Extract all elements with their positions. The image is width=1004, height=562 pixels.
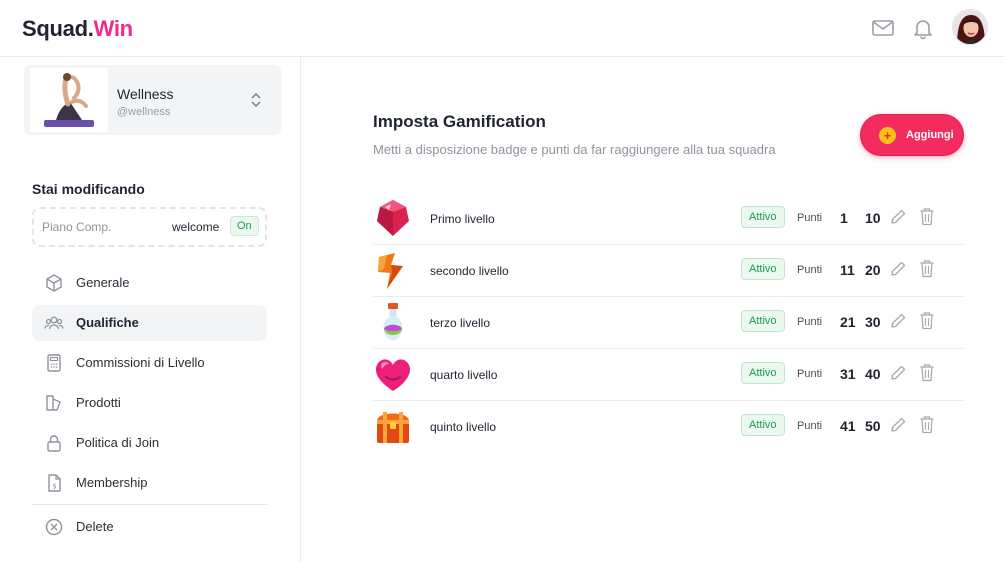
points-to: 20 [865,262,881,278]
points-label: Punti [797,316,823,328]
table-row: quinto livello Attivo Punti 41 50 [373,401,964,453]
sidebar-item-membership[interactable]: $ Membership [32,465,267,501]
trash-icon[interactable] [919,311,935,330]
points-label: Punti [797,212,823,224]
logo-main: Squad [22,16,88,41]
chevron-up-down-icon[interactable] [249,91,263,109]
plan-label: Piano Comp. [42,220,112,234]
level-name: quarto livello [430,368,498,382]
svg-text:$: $ [52,483,56,491]
level-name: Primo livello [430,212,495,226]
table-row: Primo livello Attivo Punti 1 10 [373,193,964,245]
points-to: 10 [865,210,881,226]
points-label: Punti [797,368,823,380]
points-from: 21 [840,314,856,330]
users-icon [44,316,64,330]
sidebar-item-label: Delete [76,519,114,534]
app-logo[interactable]: Squad.Win [22,16,133,42]
profile-name: Wellness [117,86,174,102]
points-to: 40 [865,366,881,382]
sidebar-item-prodotti[interactable]: Prodotti [32,385,267,421]
level-name: terzo livello [430,316,491,330]
points-from: 1 [840,210,848,226]
dollar-document-icon: $ [48,474,61,492]
profile-image [30,68,108,132]
plus-icon: + [879,127,896,144]
user-avatar[interactable] [952,9,988,45]
edit-pencil-icon[interactable] [889,208,907,226]
status-badge: Attivo [741,414,785,436]
bell-icon[interactable] [911,16,935,40]
product-icon [46,395,61,411]
heart-icon [375,359,411,391]
plan-selector[interactable]: Piano Comp. welcome On [32,207,267,247]
level-name: quinto livello [430,420,497,434]
table-row: terzo livello Attivo Punti 21 30 [373,297,964,349]
points-to: 50 [865,418,881,434]
points-from: 41 [840,418,856,434]
lightning-icon [378,253,403,289]
page-subtitle: Metti a disposizione badge e punti da fa… [373,142,776,157]
points-from: 31 [840,366,856,382]
ruby-gem-icon [377,200,409,236]
logo-accent: Win [93,16,134,41]
points-to: 30 [865,314,881,330]
status-badge: Attivo [741,362,785,384]
sidebar-item-politica-join[interactable]: Politica di Join [32,425,267,461]
sidebar-item-delete[interactable]: Delete [32,509,267,545]
edit-pencil-icon[interactable] [889,312,907,330]
edit-pencil-icon[interactable] [889,416,907,434]
sidebar-divider [32,504,267,505]
sidebar-item-label: Politica di Join [76,435,160,450]
editing-title: Stai modificando [32,181,145,197]
top-header: Squad.Win [0,0,1004,57]
sidebar-item-generale[interactable]: Generale [32,265,267,301]
trash-icon[interactable] [919,259,935,278]
edit-pencil-icon[interactable] [889,364,907,382]
points-label: Punti [797,264,823,276]
plan-status-badge: On [230,216,259,236]
sidebar-item-commissioni[interactable]: Commissioni di Livello [32,345,267,381]
trash-icon[interactable] [919,363,935,382]
table-row: quarto livello Attivo Punti 31 40 [373,349,964,401]
trash-icon[interactable] [919,415,935,434]
sidebar-item-label: Commissioni di Livello [76,355,205,370]
potion-icon [383,303,403,341]
points-label: Punti [797,420,823,432]
profile-switcher[interactable]: Wellness @wellness [24,65,281,135]
sidebar-item-label: Generale [76,275,130,290]
close-circle-icon [45,518,63,536]
table-row: secondo livello Attivo Punti 11 20 [373,245,964,297]
sidebar-item-qualifiche[interactable]: Qualifiche [32,305,267,341]
cube-icon [46,274,62,292]
status-badge: Attivo [741,206,785,228]
add-level-button[interactable]: + Aggiungi [860,114,964,156]
treasure-chest-icon [377,412,409,443]
sidebar: Wellness @wellness Stai modificando Pian… [0,57,301,562]
add-button-label: Aggiungi [906,129,954,141]
lock-icon [47,435,61,452]
edit-pencil-icon[interactable] [889,260,907,278]
level-name: secondo livello [430,264,509,278]
status-badge: Attivo [741,258,785,280]
calculator-icon [47,354,61,372]
mail-icon[interactable] [871,16,895,40]
plan-code: welcome [172,220,220,234]
trash-icon[interactable] [919,207,935,226]
status-badge: Attivo [741,310,785,332]
points-from: 11 [840,262,855,278]
page-title: Imposta Gamification [373,112,546,131]
profile-handle: @wellness [117,106,171,118]
sidebar-item-label: Membership [76,475,148,490]
sidebar-item-label: Qualifiche [76,315,139,330]
sidebar-item-label: Prodotti [76,395,121,410]
